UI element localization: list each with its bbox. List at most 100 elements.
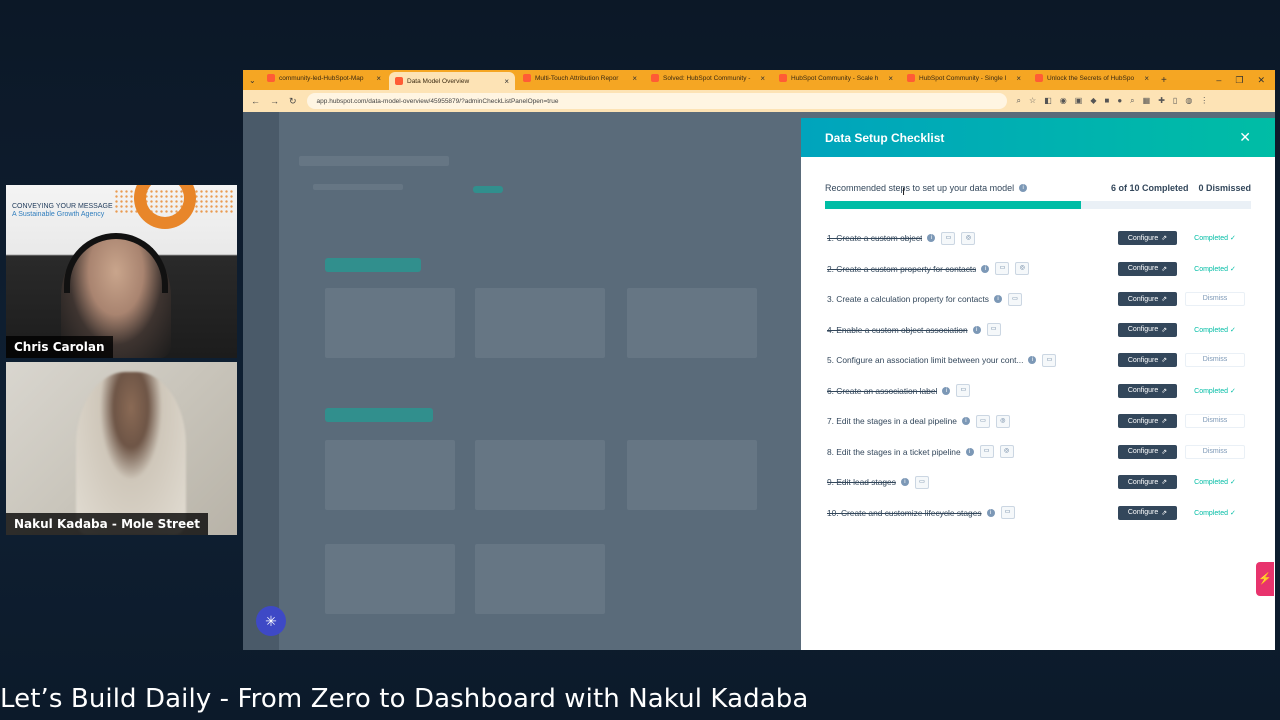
url-text: app.hubspot.com/data-model-overview/4595… [316,97,559,105]
browser-tab[interactable]: community-led-HubSpot-Map × [261,70,387,86]
dismiss-button[interactable]: Dismiss [1185,353,1245,368]
tab-close-icon[interactable]: × [1144,74,1149,83]
browser-tab[interactable]: HubSpot Community - Single I × [901,70,1027,86]
configure-button[interactable]: Configure ⇗ [1118,322,1177,337]
configure-button[interactable]: Configure ⇗ [1118,475,1177,490]
configure-button[interactable]: Configure ⇗ [1118,505,1177,520]
browser-tab[interactable]: Data Model Overview × [389,72,515,90]
tab-close-icon[interactable]: × [632,74,637,83]
book-icon[interactable]: ▭ [1000,506,1015,520]
webcam-tile-host: CONVEYING YOUR MESSAGE A Sustainable Gro… [6,185,237,358]
video-icon[interactable]: ◎ [999,445,1014,459]
blurred-card [627,288,757,358]
book-icon[interactable]: ▭ [975,414,990,428]
new-tab-icon[interactable]: + [1161,75,1167,86]
completed-status: Completed ✓ [1194,326,1236,334]
checklist-item-label[interactable]: 7. Edit the stages in a deal pipeline [827,416,957,426]
extension-icon[interactable]: ▦ [1143,96,1151,106]
checklist-item-label[interactable]: 9. Edit lead stages [827,477,896,487]
checklist-item: 3. Create a calculation property for con… [801,284,1275,315]
info-icon[interactable]: i [986,508,995,517]
tab-title: community-led-HubSpot-Map [279,74,364,82]
configure-button[interactable]: Configure ⇗ [1118,231,1177,246]
tab-close-icon[interactable]: × [888,74,893,83]
checklist-item-label[interactable]: 2. Create a custom property for contacts [827,264,976,274]
dismiss-button[interactable]: Dismiss [1185,414,1245,429]
back-icon[interactable]: ← [251,96,260,106]
profile-avatar-icon[interactable]: ◍ [1185,96,1192,106]
checklist-item-label[interactable]: 8. Edit the stages in a ticket pipeline [827,447,961,457]
browser-tab[interactable]: Multi-Touch Attribution Repor × [517,70,643,86]
info-icon[interactable]: i [961,417,970,426]
close-icon[interactable]: ✕ [1239,129,1251,146]
checklist-item-label[interactable]: 3. Create a calculation property for con… [827,294,989,304]
info-icon[interactable]: i [965,447,974,456]
info-icon[interactable]: i [981,264,990,273]
bookmark-star-icon[interactable]: ☆ [1029,96,1036,106]
puzzle-icon[interactable]: ✚ [1158,96,1165,106]
side-launcher-icon[interactable]: ⚡ [1256,562,1274,596]
info-icon[interactable]: i [994,295,1002,304]
info-icon[interactable]: i [942,386,951,395]
book-icon[interactable]: ▭ [914,475,929,489]
external-link-icon: ⇗ [1161,509,1168,517]
address-bar[interactable]: app.hubspot.com/data-model-overview/4595… [306,93,1007,109]
book-icon[interactable]: ▭ [1042,353,1057,367]
extension-icon[interactable]: ◉ [1060,96,1067,106]
configure-button[interactable]: Configure ⇗ [1118,444,1177,459]
close-window-icon[interactable]: ✕ [1257,75,1265,86]
extension-icon[interactable]: ⌕ [1130,96,1134,106]
tabs: community-led-HubSpot-Map × Data Model Ove… [261,70,1155,90]
info-icon[interactable]: i [927,234,936,243]
external-link-icon: ⇗ [1161,387,1168,395]
tab-close-icon[interactable]: × [504,77,509,86]
forward-icon[interactable]: → [270,96,279,106]
configure-button[interactable]: Configure ⇗ [1118,292,1177,307]
book-icon[interactable]: ▭ [986,323,1001,337]
extension-icon[interactable]: ◆ [1090,96,1096,106]
book-icon[interactable]: ▭ [1008,292,1022,306]
info-icon[interactable]: i [972,325,981,334]
book-icon[interactable]: ▭ [941,231,956,245]
configure-button[interactable]: Configure ⇗ [1118,414,1177,429]
info-icon[interactable]: i [1019,184,1028,192]
zoom-icon[interactable]: ⌕ [1017,96,1021,106]
extension-icon[interactable]: ◧ [1044,96,1052,106]
info-icon[interactable]: i [1028,356,1037,365]
configure-button[interactable]: Configure ⇗ [1118,353,1177,368]
tab-close-icon[interactable]: × [1016,74,1021,83]
configure-button[interactable]: Configure ⇗ [1118,261,1177,276]
maximize-icon[interactable]: ❐ [1235,75,1243,86]
checklist-item-label[interactable]: 6. Create an association label [827,386,937,396]
video-icon[interactable]: ◎ [1015,262,1030,276]
dismiss-button[interactable]: Dismiss [1185,444,1245,459]
tab-close-icon[interactable]: × [760,74,765,83]
video-icon[interactable]: ◎ [995,414,1010,428]
configure-button-label: Configure [1127,387,1159,395]
assistant-fab-icon[interactable]: ✳ [256,606,286,636]
checklist-items: 1. Create a custom object i ▭ ◎ Configure ⇗ Co… [801,223,1275,528]
extension-icon[interactable]: ▣ [1075,96,1083,106]
tab-search-icon[interactable]: ⌄ [249,76,259,85]
book-icon[interactable]: ▭ [979,445,994,459]
checklist-item-label[interactable]: 10. Create and customize lifecycle stage… [827,508,982,518]
book-icon[interactable]: ▭ [956,384,971,398]
extension-icon[interactable]: ■ [1104,96,1109,106]
extension-icon[interactable]: ● [1117,96,1122,106]
checklist-item-label[interactable]: 5. Configure an association limit betwee… [827,355,1023,365]
checklist-item-label[interactable]: 1. Create a custom object [827,233,922,243]
dismiss-button[interactable]: Dismiss [1185,292,1245,307]
checklist-item-label[interactable]: 4. Enable a custom object association [827,325,968,335]
browser-tab[interactable]: HubSpot Community - Scale h × [773,70,899,86]
minimize-icon[interactable]: – [1216,75,1221,86]
browser-tab[interactable]: Unlock the Secrets of HubSpo × [1029,70,1155,86]
info-icon[interactable]: i [900,478,909,487]
video-icon[interactable]: ◎ [961,231,976,245]
configure-button[interactable]: Configure ⇗ [1118,383,1177,398]
book-icon[interactable]: ▭ [995,262,1010,276]
sidebar-icon[interactable]: ▯ [1173,96,1177,106]
tab-close-icon[interactable]: × [376,74,381,83]
browser-tab[interactable]: Solved: HubSpot Community - × [645,70,771,86]
menu-kebab-icon[interactable]: ⋮ [1200,96,1208,106]
reload-icon[interactable]: ↻ [289,96,297,107]
